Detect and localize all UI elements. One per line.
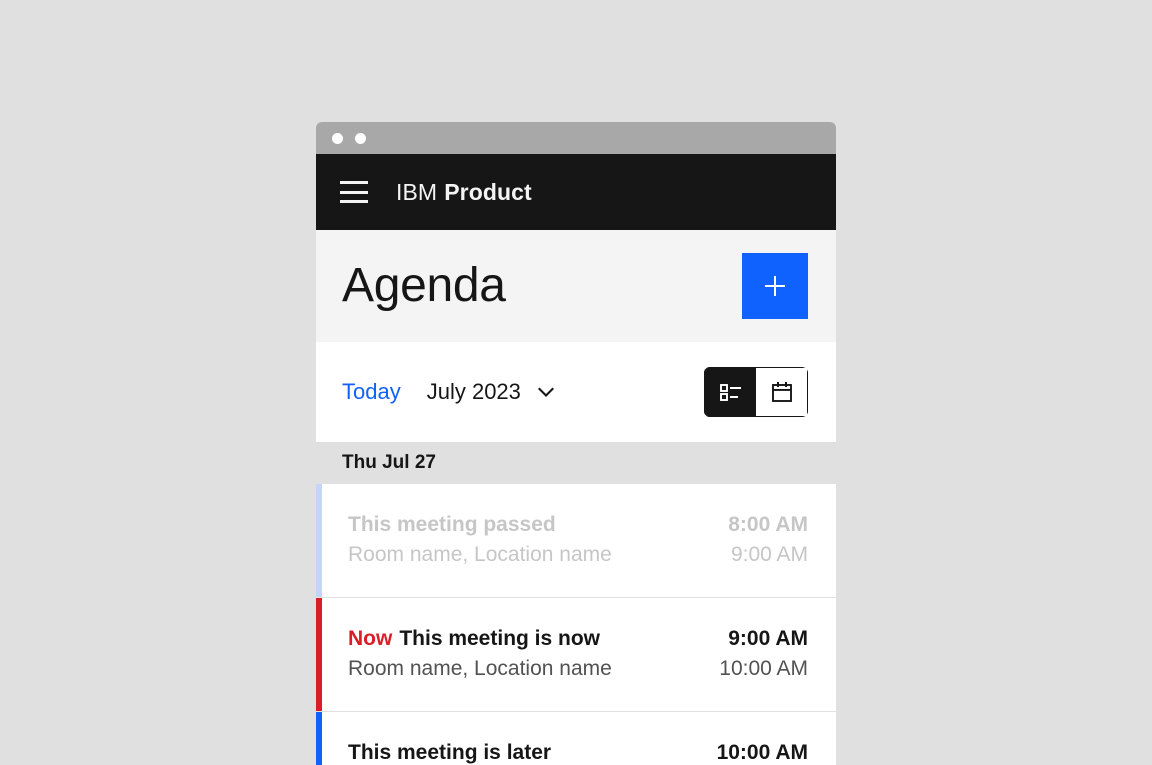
calendar-view-icon (771, 382, 792, 402)
calendar-view-button[interactable] (756, 367, 808, 417)
list-view-button[interactable] (704, 367, 756, 417)
event-title: This meeting passed (348, 511, 612, 539)
event-body: This meeting passed Room name, Location … (322, 484, 836, 597)
event-title-text: This meeting is now (399, 627, 601, 650)
page-title-band: Agenda (316, 230, 836, 342)
event-title: This meeting is later (348, 739, 612, 765)
chevron-down-icon (537, 387, 554, 397)
now-badge: Now (348, 627, 393, 650)
event-end-time: 10:00 AM (719, 656, 808, 680)
plus-icon (765, 276, 785, 296)
event-text-group: This meeting is later Room name, Locatio… (348, 739, 612, 765)
event-start-time: 8:00 AM (728, 513, 808, 536)
toolbar-left-group: Today July 2023 (342, 379, 557, 405)
event-text-group: Now This meeting is now Room name, Locati… (348, 625, 612, 684)
event-time-group: 10:00 AM 11:00 AM (717, 739, 808, 765)
event-location: Room name, Location name (348, 656, 612, 680)
brand-name: Product (444, 178, 532, 205)
window-dot-1[interactable] (332, 132, 343, 144)
event-body: Now This meeting is now Room name, Locati… (322, 598, 836, 711)
view-toggle (704, 367, 808, 417)
agenda-toolbar: Today July 2023 (316, 342, 836, 442)
event-end-time: 9:00 AM (730, 542, 808, 566)
event-start-time: 9:00 AM (728, 627, 808, 650)
brand-title: IBM Product (396, 179, 532, 206)
event-location: Room name, Location name (348, 542, 612, 566)
app-header: IBM Product (316, 154, 836, 230)
event-row[interactable]: This meeting is later Room name, Locatio… (316, 712, 836, 765)
month-label: July 2023 (426, 379, 521, 404)
event-time-group: 8:00 AM 9:00 AM (728, 511, 808, 570)
event-title-text: This meeting passed (348, 513, 556, 536)
list-view-icon (719, 384, 741, 401)
event-title-text: This meeting is later (348, 741, 552, 764)
day-header: Thu Jul 27 (316, 442, 836, 484)
brand-prefix: IBM (396, 178, 438, 205)
event-time-group: 9:00 AM 10:00 AM (719, 625, 808, 684)
window-dot-2[interactable] (355, 132, 366, 144)
window-titlebar (316, 122, 836, 154)
event-start-time: 10:00 AM (716, 741, 808, 764)
page-title: Agenda (342, 259, 506, 312)
hamburger-menu-icon[interactable] (340, 181, 368, 203)
event-row[interactable]: Now This meeting is now Room name, Locati… (316, 598, 836, 712)
month-selector[interactable]: July 2023 (427, 379, 557, 405)
browser-window: IBM Product Agenda Today July 2023 Thu J… (316, 122, 836, 765)
event-text-group: This meeting passed Room name, Location … (348, 511, 612, 570)
event-row[interactable]: This meeting passed Room name, Location … (316, 484, 836, 598)
add-event-button[interactable] (742, 253, 808, 319)
event-title: Now This meeting is now (348, 625, 612, 653)
event-list: This meeting passed Room name, Location … (316, 484, 836, 765)
event-body: This meeting is later Room name, Locatio… (322, 712, 836, 765)
today-button[interactable]: Today (342, 379, 401, 405)
